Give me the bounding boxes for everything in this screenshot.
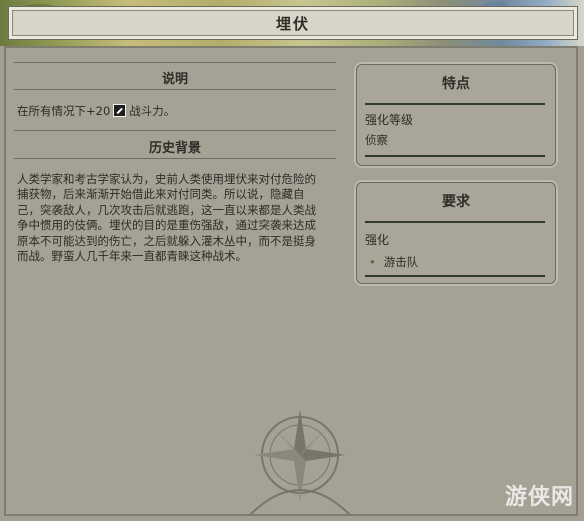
title-banner: 埋伏 (8, 6, 578, 40)
divider (14, 130, 336, 131)
history-line: 人类学家和考古学家认为，史前人类使用埋伏来对付危险的 (17, 172, 316, 186)
history-line: 而战。野蛮人几千年来一直都青睐这种战术。 (17, 249, 247, 264)
divider (365, 275, 545, 277)
traits-panel: 特点 强化等级 侦察 (356, 64, 556, 166)
history-text: 人类学家和考古学家认为，史前人类使用埋伏来对付危险的 捕获物，后来渐渐开始借此来… (17, 172, 352, 264)
divider (365, 221, 545, 223)
compass-rose-icon (249, 409, 351, 515)
description-suffix: 战斗力。 (129, 104, 176, 118)
page-title: 埋伏 (275, 14, 310, 33)
requirements-header: 要求 (442, 194, 470, 210)
description-prefix: 在所有情况下+20 (17, 104, 111, 118)
divider (365, 155, 545, 157)
bullet-icon: • (369, 255, 376, 269)
requirements-panel: 要求 强化 • 游击队 (356, 182, 556, 284)
divider (14, 158, 336, 159)
divider (14, 62, 336, 63)
traits-header: 特点 (442, 76, 470, 92)
description-line: 在所有情况下+20 战斗力。 (17, 104, 175, 119)
traits-label: 强化等级 (365, 113, 414, 127)
watermark: 游侠网 (504, 485, 574, 510)
history-line: 己，突袭敌人，几次攻击后就逃跑，这一直以来都是人类战 (17, 202, 316, 217)
history-line: 原本不可能达到的伤亡，之后就躲入灌木丛中，而不是挺身 (17, 233, 316, 248)
traits-value[interactable]: 侦察 (365, 133, 388, 148)
history-line: 捕获物，后来渐渐开始借此来对付同类。所以说，隐藏自 (17, 187, 305, 202)
requirements-label: 强化 (365, 233, 390, 247)
history-header: 历史背景 (148, 141, 201, 156)
requirements-item-label: 游击队 (383, 255, 419, 269)
description-header: 说明 (161, 72, 188, 87)
divider (365, 103, 545, 105)
requirements-item[interactable]: • 游击队 (369, 255, 418, 270)
divider (14, 89, 336, 90)
combat-strength-icon (113, 104, 127, 117)
history-line: 争中惯用的伎俩。埋伏的目的是重伤强敌，通过突袭来达成 (17, 218, 316, 233)
